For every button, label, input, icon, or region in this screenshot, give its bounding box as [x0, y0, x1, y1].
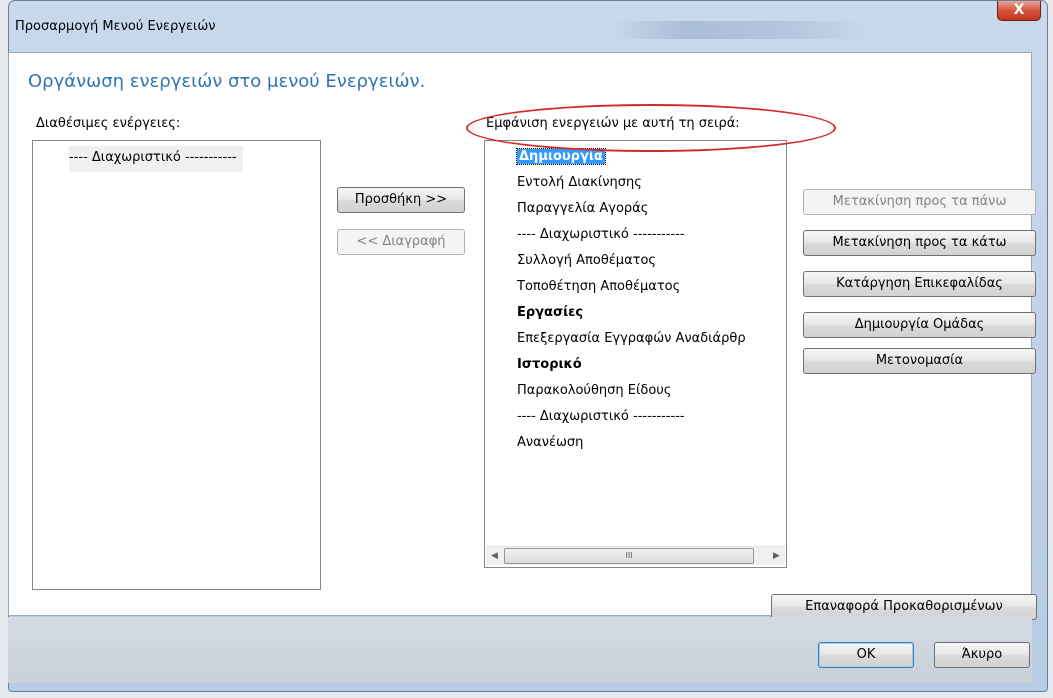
- list-item[interactable]: Τοποθέτηση Αποθέματος: [517, 275, 680, 301]
- scrollbar-thumb[interactable]: III: [504, 548, 754, 564]
- list-item[interactable]: Ιστορικό: [517, 353, 582, 379]
- available-actions-label: Διαθέσιμες ενέργειες:: [36, 116, 181, 131]
- annotation-ellipse: [466, 104, 836, 152]
- horizontal-scrollbar[interactable]: ◀ III ▶: [486, 546, 785, 565]
- list-item[interactable]: Παραγγελία Αγοράς: [517, 197, 648, 223]
- list-item[interactable]: ---- Διαχωριστικό -----------: [69, 146, 243, 172]
- list-item[interactable]: Ανανέωση: [517, 431, 583, 457]
- remove-header-button[interactable]: Κατάργηση Επικεφαλίδας: [803, 271, 1036, 297]
- ok-button[interactable]: OK: [818, 642, 914, 668]
- page-title: Οργάνωση ενεργειών στο μενού Ενεργειών.: [28, 71, 426, 92]
- background-window-ghost: [609, 21, 869, 39]
- move-up-button[interactable]: Μετακίνηση προς τα πάνω: [803, 189, 1036, 215]
- window-title: Προσαρμογή Μενού Ενεργειών: [15, 19, 216, 34]
- remove-button[interactable]: << Διαγραφή: [337, 229, 465, 255]
- list-item[interactable]: Παρακολούθηση Είδους: [517, 379, 671, 405]
- rename-button[interactable]: Μετονομασία: [803, 348, 1036, 374]
- list-item[interactable]: ---- Διαχωριστικό -----------: [517, 223, 685, 249]
- add-button[interactable]: Προσθήκη >>: [337, 187, 465, 213]
- cancel-button[interactable]: Άκυρο: [934, 642, 1030, 668]
- list-item[interactable]: Εντολή Διακίνησης: [517, 171, 642, 197]
- scroll-right-icon[interactable]: ▶: [768, 547, 785, 565]
- scroll-left-icon[interactable]: ◀: [486, 547, 503, 565]
- title-bar[interactable]: Προσαρμογή Μενού Ενεργειών X: [9, 1, 1047, 53]
- list-item[interactable]: Συλλογή Αποθέματος: [517, 249, 656, 275]
- list-item[interactable]: ---- Διαχωριστικό -----------: [517, 405, 685, 431]
- move-down-button[interactable]: Μετακίνηση προς τα κάτω: [803, 230, 1036, 256]
- ordered-actions-list[interactable]: Δημιουργία Εντολή Διακίνησης Παραγγελία …: [484, 140, 787, 568]
- create-group-button[interactable]: Δημιουργία Ομάδας: [803, 312, 1036, 338]
- list-item[interactable]: Εργασίες: [517, 301, 583, 327]
- close-button[interactable]: X: [997, 1, 1041, 21]
- available-actions-list[interactable]: ---- Διαχωριστικό -----------: [32, 140, 321, 590]
- list-item[interactable]: Επεξεργασία Εγγραφών Αναδιάρθρ: [517, 327, 746, 353]
